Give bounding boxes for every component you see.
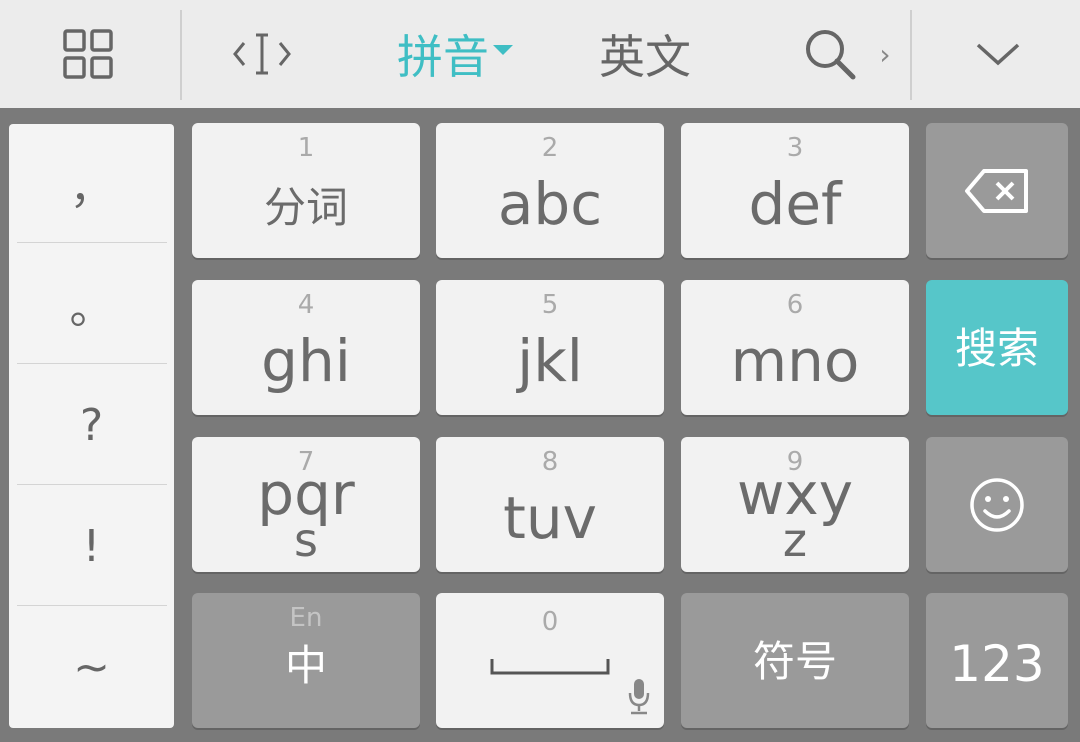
smiley-icon <box>970 477 1024 532</box>
symbol-exclamation[interactable]: ! <box>9 486 174 606</box>
search-icon <box>806 30 856 80</box>
key-label: ghi <box>261 327 351 395</box>
menu-button[interactable] <box>40 0 136 108</box>
symbol-label: ! <box>82 520 101 572</box>
tab-pinyin[interactable]: 拼音 <box>380 0 530 108</box>
key-9-wxyz[interactable]: 9 wxy z <box>681 437 909 572</box>
symbol-label: 。 <box>69 283 114 334</box>
symbol-period[interactable]: 。 <box>9 244 174 364</box>
grid-icon <box>63 29 113 79</box>
key-label: abc <box>497 170 603 238</box>
key-label: 中 <box>284 641 327 690</box>
symbol-tilde[interactable]: ~ <box>9 607 174 727</box>
tab-pinyin-label: 拼音 <box>397 30 489 84</box>
key-number: 3 <box>786 133 804 163</box>
backspace-icon <box>965 168 1028 213</box>
symbol-label: ? <box>79 399 104 451</box>
collapse-keyboard-button[interactable] <box>960 0 1036 108</box>
space-bar-icon <box>490 659 610 675</box>
key-5-jkl[interactable]: 5 jkl <box>436 280 664 415</box>
microphone-icon <box>628 679 650 715</box>
symbol-question[interactable]: ? <box>9 365 174 485</box>
symbol-label: ~ <box>73 641 110 693</box>
numeric-key[interactable]: 123 <box>926 593 1068 728</box>
search-key-label: 搜索 <box>954 324 1039 373</box>
search-button[interactable] <box>798 0 862 108</box>
dropdown-caret-icon <box>493 45 513 55</box>
divider <box>17 242 167 243</box>
more-button[interactable]: › <box>870 0 900 108</box>
divider <box>17 605 167 606</box>
tab-english-label: 英文 <box>599 30 691 84</box>
key-1-segment[interactable]: 1 分词 <box>192 123 420 258</box>
key-label: jkl <box>517 327 583 395</box>
symbol-key[interactable]: 符号 <box>681 593 909 728</box>
symbol-comma[interactable]: ， <box>9 124 174 244</box>
divider <box>17 484 167 485</box>
key-4-ghi[interactable]: 4 ghi <box>192 280 420 415</box>
key-label: 123 <box>949 635 1045 693</box>
key-label: tuv <box>503 484 597 552</box>
tab-english[interactable]: 英文 <box>580 0 710 108</box>
key-number: 1 <box>297 133 315 163</box>
key-number: 2 <box>541 133 559 163</box>
toolbar-divider <box>180 10 182 100</box>
symbol-label: ， <box>69 163 114 214</box>
key-7-pqrs[interactable]: 7 pqr s <box>192 437 420 572</box>
toolbar: 拼音 英文 › <box>0 0 1080 108</box>
key-8-tuv[interactable]: 8 tuv <box>436 437 664 572</box>
chevron-right-icon: › <box>879 37 891 71</box>
key-number: 4 <box>297 290 315 320</box>
cursor-button[interactable] <box>220 0 304 108</box>
key-2-abc[interactable]: 2 abc <box>436 123 664 258</box>
symbol-column[interactable]: ， 。 ? ! ~ <box>9 124 174 728</box>
key-6-mno[interactable]: 6 mno <box>681 280 909 415</box>
key-label: mno <box>730 327 860 395</box>
key-number: 6 <box>786 290 804 320</box>
key-label: def <box>748 170 842 238</box>
key-label: 符号 <box>752 637 837 686</box>
space-key[interactable]: 0 <box>436 593 664 728</box>
chevron-down-icon <box>976 43 1020 66</box>
key-label: 分词 <box>263 183 348 232</box>
key-number: 0 <box>541 607 559 637</box>
divider <box>17 363 167 364</box>
keyboard: ， 。 ? ! ~ 1 分词 2 abc 3 def 4 ghi 5 jkl 6… <box>0 108 1080 742</box>
key-3-def[interactable]: 3 def <box>681 123 909 258</box>
toolbar-divider <box>910 10 912 100</box>
delete-key[interactable] <box>926 123 1068 258</box>
key-number: 8 <box>541 447 559 477</box>
key-label-second-line: s <box>294 513 318 567</box>
language-switch-key[interactable]: En 中 <box>192 593 420 728</box>
key-hint: En <box>289 603 323 633</box>
emoji-key[interactable] <box>926 437 1068 572</box>
key-label-second-line: z <box>782 513 808 567</box>
cursor-icon <box>233 33 291 75</box>
key-number: 5 <box>541 290 559 320</box>
search-key[interactable]: 搜索 <box>926 280 1068 415</box>
